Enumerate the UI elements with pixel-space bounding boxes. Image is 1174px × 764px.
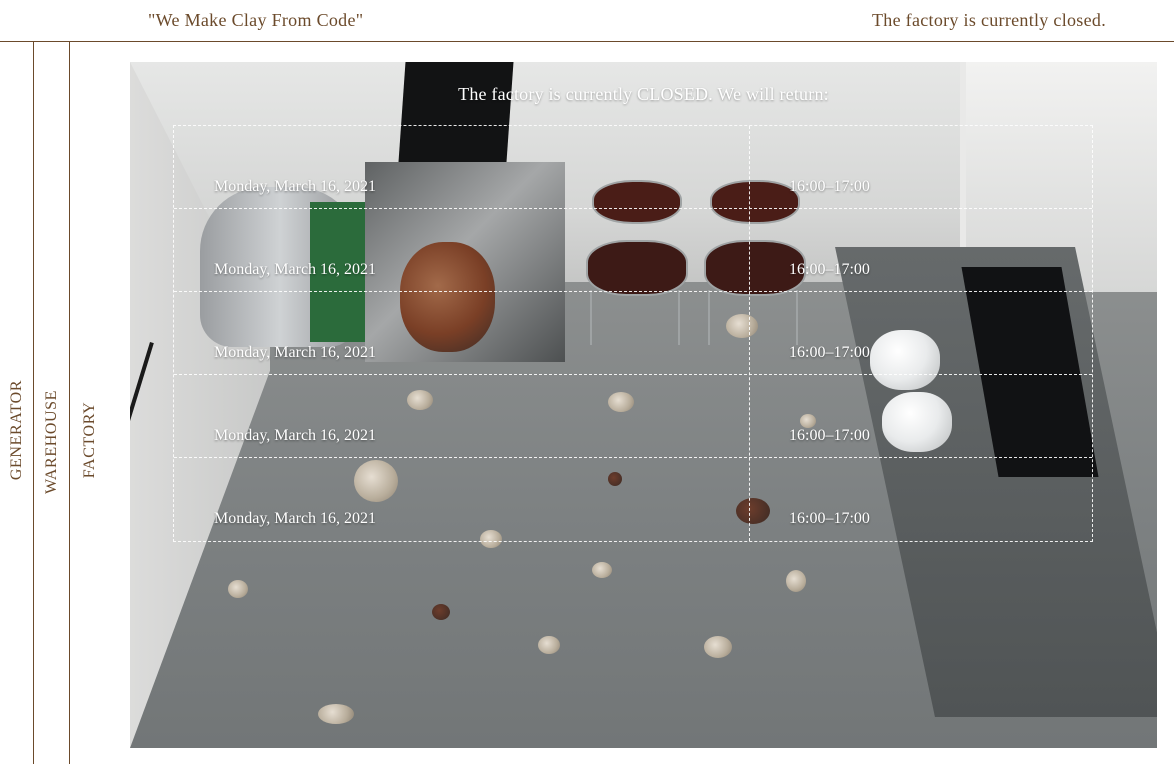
- schedule-date: Monday, March 16, 2021: [214, 178, 377, 195]
- clay-tile: [432, 604, 450, 620]
- schedule-date: Monday, March 16, 2021: [214, 510, 377, 527]
- schedule-time: 16:00–17:00: [789, 261, 870, 278]
- nav-warehouse-label: WAREHOUSE: [42, 389, 60, 495]
- nav-generator-label: GENERATOR: [7, 379, 25, 481]
- reopening-schedule: Monday, March 16, 2021 16:00–17:00 Monda…: [173, 125, 1093, 542]
- nav-generator[interactable]: GENERATOR: [0, 42, 34, 764]
- schedule-row: Monday, March 16, 2021 16:00–17:00: [174, 126, 1092, 209]
- clay-bowl: [592, 562, 612, 578]
- closure-notice-title: The factory is currently CLOSED. We will…: [458, 84, 829, 104]
- schedule-row: Monday, March 16, 2021 16:00–17:00: [174, 209, 1092, 292]
- schedule-date: Monday, March 16, 2021: [214, 344, 377, 361]
- tagline: "We Make Clay From Code": [148, 10, 364, 30]
- clay-cup: [786, 570, 806, 592]
- schedule-date: Monday, March 16, 2021: [214, 261, 377, 278]
- schedule-row: Monday, March 16, 2021 16:00–17:00: [174, 292, 1092, 375]
- clay-bowl: [318, 704, 354, 724]
- schedule-date: Monday, March 16, 2021: [214, 427, 377, 444]
- clay-dish: [228, 580, 248, 598]
- schedule-time: 16:00–17:00: [789, 510, 870, 527]
- factory-status-text: The factory is currently closed.: [871, 10, 1106, 30]
- clay-bowl: [704, 636, 732, 658]
- header: "We Make Clay From Code" The factory is …: [0, 0, 1174, 42]
- schedule-time: 16:00–17:00: [789, 178, 870, 195]
- schedule-time: 16:00–17:00: [789, 344, 870, 361]
- clay-dish: [538, 636, 560, 654]
- schedule-row: Monday, March 16, 2021 16:00–17:00: [174, 375, 1092, 458]
- nav-factory-label: FACTORY: [81, 401, 98, 479]
- nav-factory[interactable]: FACTORY: [70, 42, 110, 764]
- schedule-row: Monday, March 16, 2021 16:00–17:00: [174, 458, 1092, 541]
- nav-warehouse[interactable]: WAREHOUSE: [34, 42, 70, 764]
- schedule-time: 16:00–17:00: [789, 427, 870, 444]
